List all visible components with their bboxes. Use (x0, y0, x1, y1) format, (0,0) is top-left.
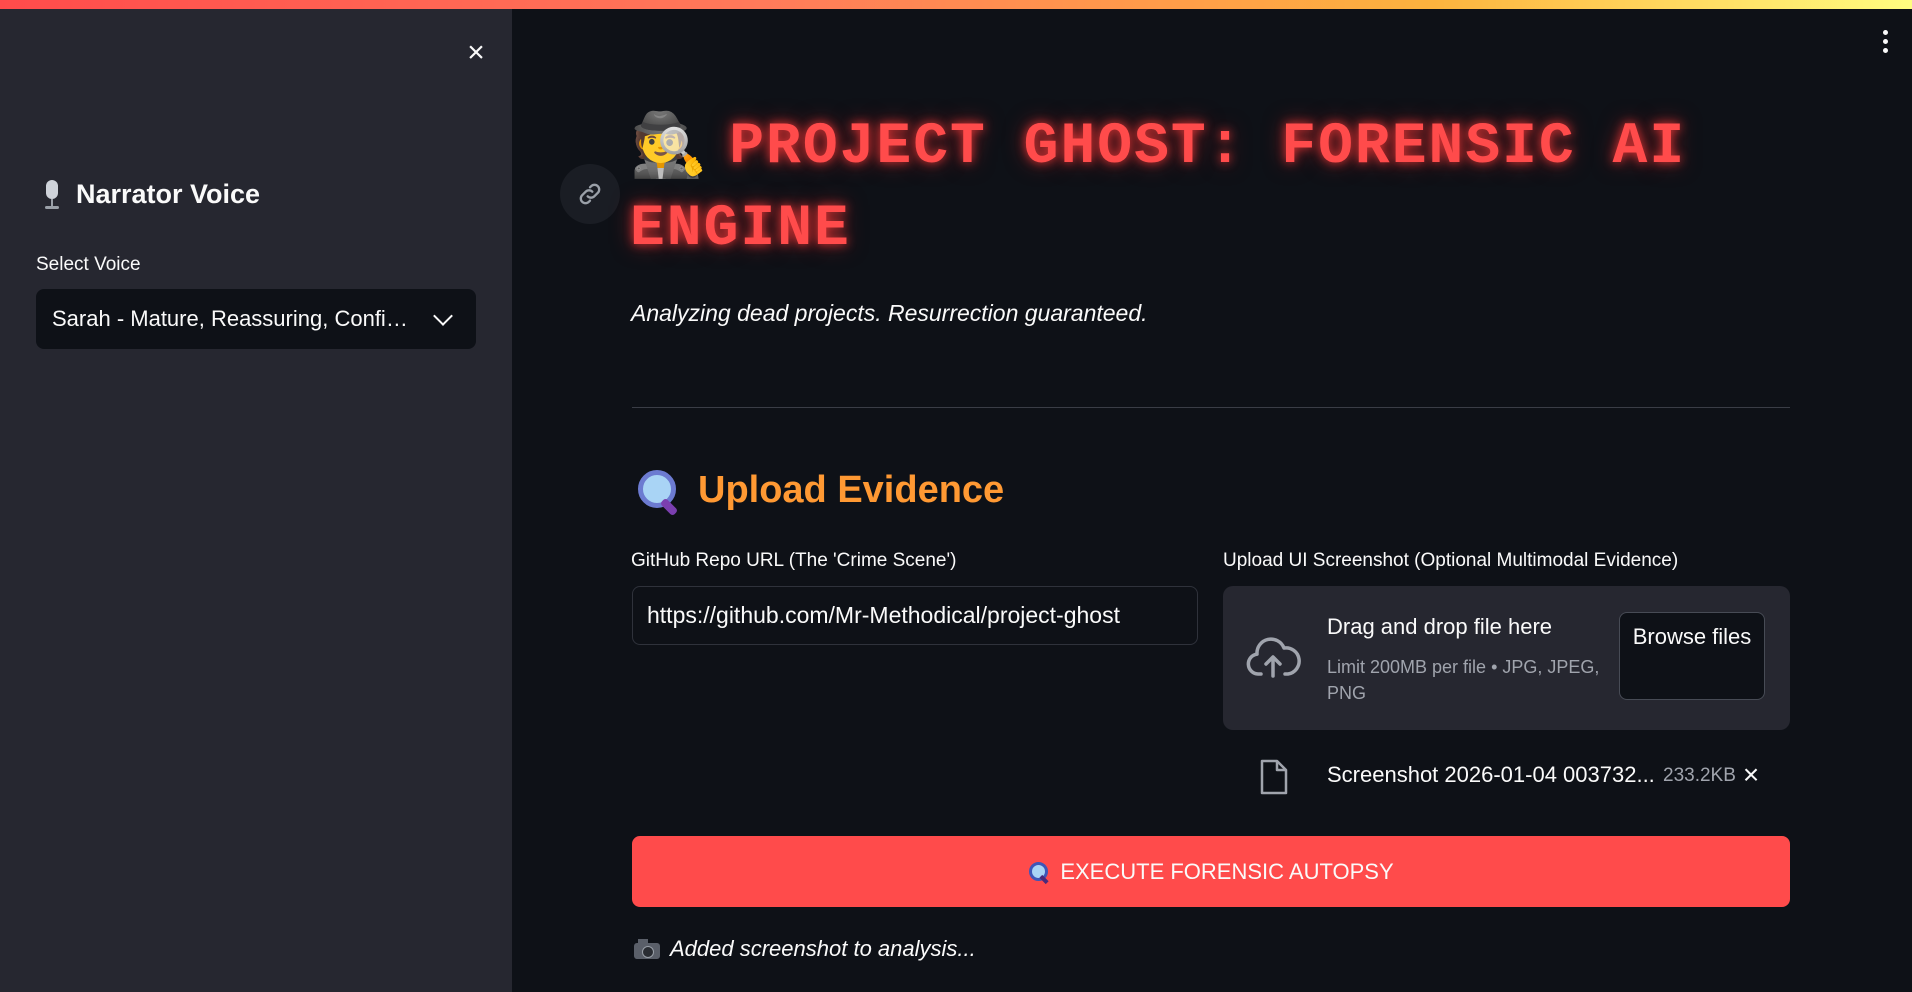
execute-button-label: EXECUTE FORENSIC AUTOPSY (1060, 858, 1394, 884)
page-title: 🕵 PROJECT GHOST: FORENSIC AI ENGINE (630, 108, 1780, 270)
anchor-link-icon[interactable] (560, 164, 620, 224)
file-dropzone[interactable]: Drag and drop file here Limit 200MB per … (1223, 586, 1790, 730)
page-title-text: PROJECT GHOST: FORENSIC AI ENGINE (630, 115, 1687, 262)
page-subtitle: Analyzing dead projects. Resurrection gu… (631, 300, 1148, 326)
top-decoration-bar (0, 0, 1912, 9)
voice-select-value: Sarah - Mature, Reassuring, Confi… (52, 306, 408, 331)
main-menu-icon[interactable] (1880, 30, 1890, 60)
magnifying-glass-icon (636, 468, 680, 517)
status-text: Added screenshot to analysis... (670, 936, 976, 961)
camera-icon (634, 939, 660, 959)
uploaded-file-name: Screenshot 2026-01-04 003732... (1327, 762, 1655, 787)
repo-url-label: GitHub Repo URL (The 'Crime Scene') (631, 550, 957, 571)
detective-icon: 🕵 (630, 114, 710, 185)
section-title: Upload Evidence (698, 468, 1005, 511)
sidebar-title: Narrator Voice (76, 179, 261, 209)
voice-select[interactable]: Sarah - Mature, Reassuring, Confi… (36, 289, 476, 349)
microphone-icon (42, 179, 62, 210)
close-icon[interactable]: × (462, 38, 490, 68)
sidebar-header: Narrator Voice (42, 179, 260, 210)
cloud-upload-icon (1246, 637, 1301, 678)
section-header: Upload Evidence (636, 468, 1005, 517)
browse-files-button[interactable]: Browse files (1619, 612, 1765, 700)
remove-file-icon[interactable]: × (1739, 760, 1763, 790)
uploaded-file-size: 233.2KB (1663, 765, 1736, 786)
upload-label: Upload UI Screenshot (Optional Multimoda… (1223, 550, 1679, 571)
sidebar: × Narrator Voice Select Voice Sarah - Ma… (0, 9, 512, 992)
execute-autopsy-button[interactable]: EXECUTE FORENSIC AUTOPSY (632, 836, 1790, 907)
uploaded-file-item: Screenshot 2026-01-04 003732... 233.2KB … (1255, 754, 1790, 800)
status-message: Added screenshot to analysis... (634, 936, 976, 962)
select-voice-label: Select Voice (36, 254, 141, 275)
dropzone-limits: Limit 200MB per file • JPG, JPEG, PNG (1327, 657, 1600, 703)
dropzone-title: Drag and drop file here (1327, 614, 1553, 639)
chevron-down-icon (433, 306, 453, 326)
divider (632, 407, 1790, 408)
repo-url-input[interactable] (632, 586, 1198, 645)
file-icon (1260, 759, 1288, 795)
magnifying-glass-icon (1028, 861, 1050, 884)
